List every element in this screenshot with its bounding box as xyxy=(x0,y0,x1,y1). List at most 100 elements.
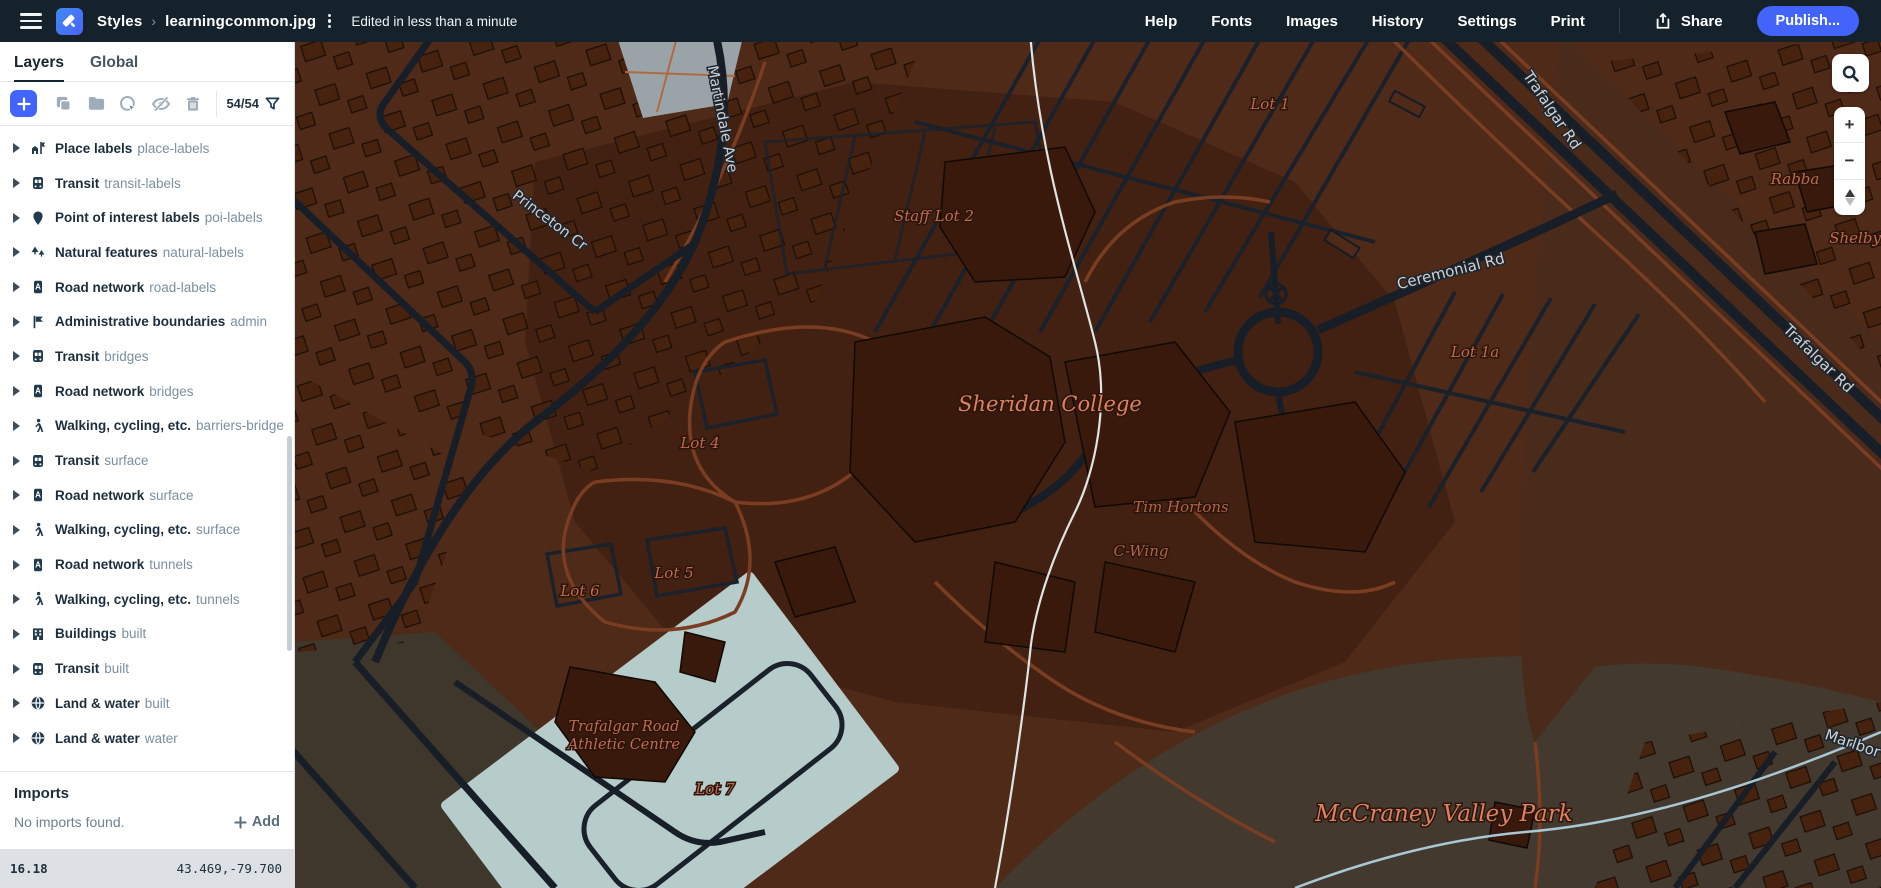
map-zoom-controls: + − xyxy=(1834,107,1865,215)
layer-source: surface xyxy=(104,453,149,469)
label-athletic-centre-line2: Athletic Centre xyxy=(566,737,680,753)
label-shelbys: Shelby's xyxy=(1829,229,1881,247)
imports-title: Imports xyxy=(14,785,70,802)
layer-row-place-labels[interactable]: Place labels place-labels xyxy=(0,131,294,166)
share-button[interactable]: Share xyxy=(1654,12,1723,30)
transit-icon xyxy=(29,348,46,365)
zoom-in-button[interactable]: + xyxy=(1834,107,1865,142)
pedestrian-icon xyxy=(29,521,46,538)
layer-source: transit-labels xyxy=(104,175,181,191)
expand-arrow-icon[interactable] xyxy=(13,420,20,431)
layer-source: built xyxy=(121,626,147,642)
zoom-level-value: 16.18 xyxy=(10,861,48,876)
label-athletic-centre-line1: Trafalgar Road xyxy=(569,719,680,735)
breadcrumb-filename: learningcommon.jpg xyxy=(165,12,317,30)
layer-name: Administrative boundaries xyxy=(55,314,226,330)
add-import-button[interactable]: Add xyxy=(234,814,280,830)
delete-layer-icon[interactable] xyxy=(179,90,207,118)
breadcrumb-section[interactable]: Styles xyxy=(97,13,142,30)
expand-arrow-icon[interactable] xyxy=(13,316,20,327)
expand-arrow-icon[interactable] xyxy=(13,351,20,362)
expand-arrow-icon[interactable] xyxy=(13,212,20,223)
expand-arrow-icon[interactable] xyxy=(13,733,20,744)
pedestrian-icon xyxy=(29,591,46,608)
layer-source: admin xyxy=(230,314,268,330)
hide-layer-icon[interactable] xyxy=(147,90,175,118)
layer-row-road-surface[interactable]: Road network surface xyxy=(0,478,294,513)
layer-list-scrollbar[interactable] xyxy=(287,436,292,651)
road-shield-icon xyxy=(29,279,46,296)
expand-arrow-icon[interactable] xyxy=(13,490,20,501)
select-on-map-icon[interactable] xyxy=(114,90,142,118)
transit-icon xyxy=(29,175,46,192)
expand-arrow-icon[interactable] xyxy=(13,524,20,535)
layer-row-road-bridges[interactable]: Road network bridges xyxy=(0,374,294,409)
label-lot1a: Lot 1a xyxy=(1450,343,1499,361)
hamburger-menu-icon[interactable] xyxy=(20,13,42,29)
menu-settings[interactable]: Settings xyxy=(1457,13,1516,30)
map-canvas[interactable]: Martindale Ave Princeton Cr Lot 1 Staff … xyxy=(295,42,1881,888)
duplicate-layer-icon[interactable] xyxy=(49,90,77,118)
add-layer-button[interactable] xyxy=(10,90,38,117)
layer-row-buildings-built[interactable]: Buildings built xyxy=(0,617,294,652)
layer-name: Road network xyxy=(55,383,145,399)
expand-arrow-icon[interactable] xyxy=(13,698,20,709)
layer-row-land-water[interactable]: Land & water water xyxy=(0,721,294,756)
layer-filter-button[interactable]: 54/54 xyxy=(226,96,284,111)
road-shield-icon xyxy=(29,487,46,504)
flag-icon xyxy=(29,313,46,330)
coordinates-value: 43.469,-79.700 xyxy=(176,861,282,876)
layer-name: Road network xyxy=(55,487,145,503)
layer-row-transit-labels[interactable]: Transit transit-labels xyxy=(0,166,294,201)
menu-print[interactable]: Print xyxy=(1551,13,1585,30)
layer-row-land-built[interactable]: Land & water built xyxy=(0,686,294,721)
layer-row-admin[interactable]: Administrative boundaries admin xyxy=(0,304,294,339)
layer-row-walking-barriers-bridges[interactable]: Walking, cycling, etc. barriers-bridges xyxy=(0,409,294,444)
trees-icon xyxy=(29,244,46,261)
expand-arrow-icon[interactable] xyxy=(13,282,20,293)
zoom-out-button[interactable]: − xyxy=(1834,142,1865,178)
expand-arrow-icon[interactable] xyxy=(13,455,20,466)
menu-help[interactable]: Help xyxy=(1145,13,1178,30)
layers-sidebar: Layers Global 54/54 Place labels place-la… xyxy=(0,42,295,888)
expand-arrow-icon[interactable] xyxy=(13,247,20,258)
add-import-label: Add xyxy=(251,814,280,830)
layer-row-road-tunnels[interactable]: Road network tunnels xyxy=(0,547,294,582)
menu-history[interactable]: History xyxy=(1372,13,1424,30)
layer-name: Transit xyxy=(55,348,100,364)
menu-fonts[interactable]: Fonts xyxy=(1211,13,1252,30)
road-shield-icon xyxy=(29,383,46,400)
tab-global[interactable]: Global xyxy=(90,54,138,81)
tab-layers[interactable]: Layers xyxy=(14,54,64,82)
layer-source: water xyxy=(144,730,178,746)
publish-button[interactable]: Publish... xyxy=(1756,6,1859,36)
expand-arrow-icon[interactable] xyxy=(13,178,20,189)
map-search-button[interactable] xyxy=(1832,54,1869,92)
layer-row-walking-tunnels[interactable]: Walking, cycling, etc. tunnels xyxy=(0,582,294,617)
label-sheridan-college: Sheridan College xyxy=(958,392,1142,416)
group-layers-icon[interactable] xyxy=(82,90,110,118)
menu-images[interactable]: Images xyxy=(1286,13,1338,30)
share-icon xyxy=(1654,12,1672,30)
label-lot4: Lot 4 xyxy=(679,434,719,452)
layer-row-transit-bridges[interactable]: Transit bridges xyxy=(0,339,294,374)
layer-row-transit-built[interactable]: Transit built xyxy=(0,651,294,686)
top-bar-menu: Help Fonts Images History Settings Print… xyxy=(1145,6,1867,36)
expand-arrow-icon[interactable] xyxy=(13,663,20,674)
layer-row-walking-surface[interactable]: Walking, cycling, etc. surface xyxy=(0,513,294,548)
layer-row-transit-surface[interactable]: Transit surface xyxy=(0,443,294,478)
layer-row-road-labels[interactable]: Road network road-labels xyxy=(0,270,294,305)
expand-arrow-icon[interactable] xyxy=(13,143,20,154)
layer-source: surface xyxy=(149,487,194,503)
layer-counter: 54/54 xyxy=(226,96,259,111)
expand-arrow-icon[interactable] xyxy=(13,594,20,605)
layer-row-poi-labels[interactable]: Point of interest labels poi-labels xyxy=(0,200,294,235)
expand-arrow-icon[interactable] xyxy=(13,559,20,570)
style-logo-icon[interactable] xyxy=(56,7,83,35)
layer-row-natural-labels[interactable]: Natural features natural-labels xyxy=(0,235,294,270)
search-icon xyxy=(1841,64,1860,83)
compass-button[interactable] xyxy=(1834,178,1865,215)
expand-arrow-icon[interactable] xyxy=(13,628,20,639)
expand-arrow-icon[interactable] xyxy=(13,386,20,397)
style-options-kebab-icon[interactable] xyxy=(328,13,332,29)
